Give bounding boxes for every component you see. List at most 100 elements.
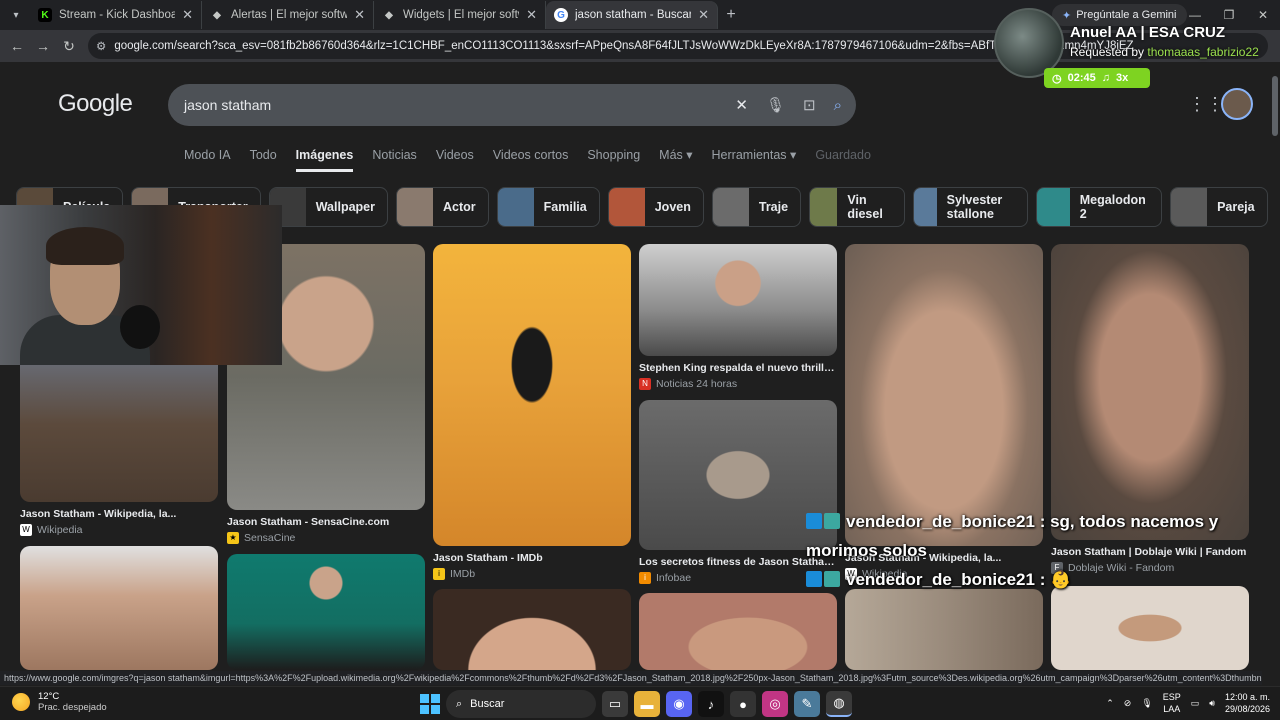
language-indicator[interactable]: ESP LAA bbox=[1163, 691, 1181, 715]
tab-modo-ia[interactable]: Modo IA bbox=[184, 146, 231, 172]
result-image[interactable] bbox=[845, 244, 1043, 546]
instagram-icon[interactable]: ◎ bbox=[762, 691, 788, 717]
image-result[interactable] bbox=[845, 589, 1043, 670]
monitor-icon[interactable]: ▭ bbox=[1191, 698, 1200, 709]
result-image[interactable] bbox=[227, 554, 425, 670]
kick-favicon: K bbox=[38, 8, 52, 22]
chip-megalodon-2[interactable]: Megalodon 2 bbox=[1036, 187, 1163, 227]
forward-icon[interactable]: → bbox=[30, 38, 56, 54]
chip-wallpaper[interactable]: Wallpaper bbox=[268, 187, 388, 227]
taskbar-clock[interactable]: 12:00 a. m. 29/08/2026 bbox=[1225, 691, 1270, 715]
chip-sylvester-stallone[interactable]: Sylvester stallone bbox=[912, 187, 1029, 227]
source-label: SensaCine bbox=[244, 532, 296, 544]
tab-videos[interactable]: Videos bbox=[436, 146, 474, 172]
voice-search-icon[interactable]: 🎙︎ bbox=[766, 96, 785, 114]
google-logo[interactable]: Google bbox=[58, 90, 133, 118]
close-tab-icon[interactable]: ✕ bbox=[182, 7, 193, 23]
chip-actor[interactable]: Actor bbox=[396, 187, 489, 227]
tab-herramientas[interactable]: Herramientas ▾ bbox=[712, 146, 797, 172]
chat-message: vendedor_de_bonice21 : 👶 bbox=[806, 565, 1266, 594]
image-result[interactable] bbox=[433, 589, 631, 670]
browser-tab[interactable]: K Stream - Kick Dashboard ✕ bbox=[30, 1, 202, 29]
result-image[interactable] bbox=[433, 244, 631, 546]
image-result[interactable]: Stephen King respalda el nuevo thriller … bbox=[639, 244, 837, 390]
image-result[interactable] bbox=[1051, 586, 1249, 670]
result-image[interactable] bbox=[639, 244, 837, 356]
result-image[interactable] bbox=[20, 546, 218, 670]
image-result[interactable] bbox=[20, 546, 218, 670]
tab-shopping[interactable]: Shopping bbox=[587, 146, 640, 172]
close-tab-icon[interactable]: ✕ bbox=[526, 7, 537, 23]
image-result[interactable] bbox=[639, 593, 837, 670]
scrollbar-thumb[interactable] bbox=[1272, 76, 1278, 136]
show-hidden-icons[interactable]: ⌃ bbox=[1106, 698, 1114, 709]
result-caption[interactable]: Stephen King respalda el nuevo thriller … bbox=[639, 362, 837, 374]
discord-icon[interactable]: ◉ bbox=[666, 691, 692, 717]
close-tab-icon[interactable]: ✕ bbox=[698, 7, 709, 23]
requested-prefix: Requested by bbox=[1070, 45, 1145, 59]
result-image[interactable] bbox=[845, 589, 1043, 670]
result-caption[interactable]: Jason Statham - SensaCine.com bbox=[227, 516, 425, 528]
windows-taskbar: 12°C Prac. despejado ⌕ Buscar ▭ ▬ ◉ ♪ ● … bbox=[0, 686, 1280, 720]
result-source[interactable]: ★ SensaCine bbox=[227, 532, 425, 544]
tab-imagenes[interactable]: Imágenes bbox=[295, 146, 354, 172]
result-source[interactable]: W Wikipedia bbox=[20, 524, 218, 536]
browser-tab-active[interactable]: G jason statham - Buscar con Goo ✕ bbox=[546, 1, 718, 29]
result-image[interactable] bbox=[639, 593, 837, 670]
notepad-icon[interactable]: ✎ bbox=[794, 691, 820, 717]
page-scrollbar[interactable] bbox=[1270, 62, 1280, 686]
tab-search-button[interactable]: ▾ bbox=[2, 4, 30, 26]
weather-widget[interactable]: 12°C Prac. despejado bbox=[12, 691, 107, 713]
chrome-icon[interactable]: ◍ bbox=[826, 691, 852, 717]
tab-todo[interactable]: Todo bbox=[250, 146, 277, 172]
chip-thumbnail bbox=[608, 188, 645, 226]
url-text: google.com/search?sca_esv=081fb2b86760d3… bbox=[114, 40, 1134, 52]
chip-vin-diesel[interactable]: Vin diesel bbox=[809, 187, 905, 227]
streamelements-favicon: ◆ bbox=[213, 9, 221, 21]
result-image[interactable] bbox=[433, 589, 631, 670]
tab-noticias[interactable]: Noticias bbox=[372, 146, 416, 172]
image-result[interactable] bbox=[227, 554, 425, 670]
lens-icon[interactable]: ⊡ bbox=[803, 96, 816, 114]
result-image[interactable] bbox=[1051, 244, 1249, 540]
taskbar-search[interactable]: ⌕ Buscar bbox=[446, 690, 596, 718]
result-image[interactable] bbox=[1051, 586, 1249, 670]
tab-mas[interactable]: Más ▾ bbox=[659, 146, 692, 172]
result-caption[interactable]: Jason Statham - IMDb bbox=[433, 552, 631, 564]
file-explorer-icon[interactable]: ▬ bbox=[634, 691, 660, 717]
search-icon[interactable]: ⌕ bbox=[834, 97, 842, 114]
reload-icon[interactable]: ↻ bbox=[56, 38, 82, 55]
volume-icon[interactable]: 🔊︎ bbox=[1209, 698, 1215, 709]
result-source[interactable]: i IMDb bbox=[433, 568, 631, 580]
network-off-icon[interactable]: ⊘ bbox=[1124, 698, 1132, 709]
tab-videos-cortos[interactable]: Videos cortos bbox=[493, 146, 569, 172]
start-icon[interactable] bbox=[420, 694, 440, 714]
new-tab-button[interactable]: + bbox=[718, 6, 744, 24]
chip-traje[interactable]: Traje bbox=[711, 187, 802, 227]
result-source[interactable]: N Noticias 24 horas bbox=[639, 378, 837, 390]
obs-icon[interactable]: ● bbox=[730, 691, 756, 717]
back-icon[interactable]: ← bbox=[4, 38, 30, 54]
clock-time: 12:00 a. m. bbox=[1224, 692, 1270, 702]
avatar[interactable] bbox=[1221, 88, 1253, 120]
tiktok-icon[interactable]: ♪ bbox=[698, 691, 724, 717]
chip-joven[interactable]: Joven bbox=[607, 187, 704, 227]
mic-tray-icon[interactable]: 🎙︎ bbox=[1141, 698, 1152, 709]
clock-icon: ◷ bbox=[1052, 72, 1062, 85]
chip-familia[interactable]: Familia bbox=[496, 187, 600, 227]
result-caption[interactable]: Jason Statham - Wikipedia, la... bbox=[20, 508, 218, 520]
browser-tab[interactable]: ◆ Alertas | El mejor software para ✕ bbox=[202, 1, 374, 29]
tab-guardado[interactable]: Guardado bbox=[815, 146, 871, 172]
image-result[interactable]: Jason Statham - IMDb i IMDb bbox=[433, 244, 631, 580]
chip-pareja[interactable]: Pareja bbox=[1170, 187, 1268, 227]
task-view-icon[interactable]: ▭ bbox=[602, 691, 628, 717]
chip-thumbnail bbox=[810, 188, 838, 226]
search-input[interactable]: jason statham ✕ 🎙︎ ⊡ ⌕ bbox=[168, 84, 856, 126]
lang-top: ESP bbox=[1162, 692, 1181, 702]
clear-icon[interactable]: ✕ bbox=[735, 96, 748, 114]
close-tab-icon[interactable]: ✕ bbox=[354, 7, 365, 23]
kick-badge-icon bbox=[806, 571, 822, 587]
chip-label: Megalodon 2 bbox=[1079, 193, 1146, 221]
site-settings-icon[interactable]: ⚙ bbox=[96, 39, 106, 53]
browser-tab[interactable]: ◆ Widgets | El mejor software para ✕ bbox=[374, 1, 546, 29]
